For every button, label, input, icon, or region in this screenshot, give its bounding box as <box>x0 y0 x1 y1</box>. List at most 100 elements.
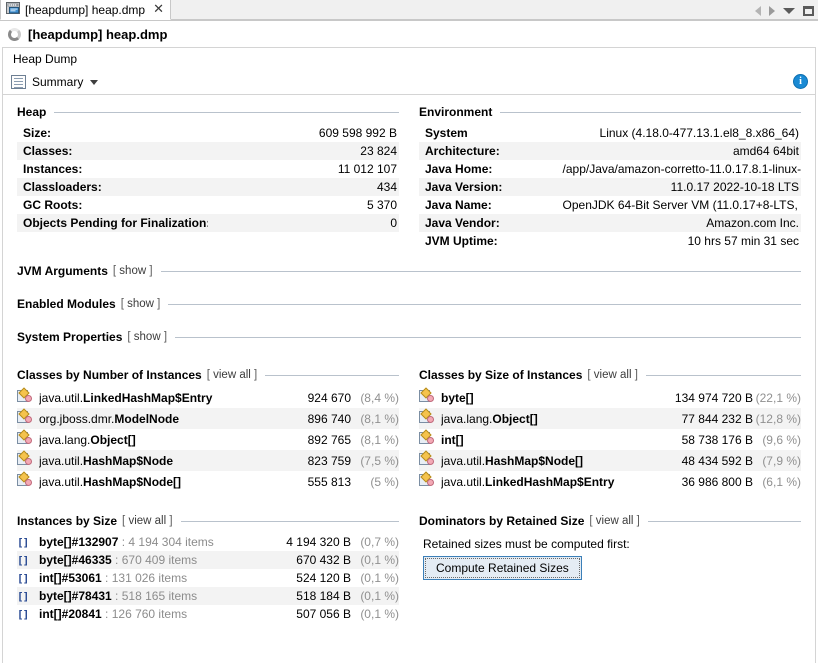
row-value: 507 056 B <box>259 605 351 623</box>
row-label: java.util.LinkedHashMap$Entry <box>441 471 643 492</box>
row-value: 134 974 720 B <box>643 387 753 408</box>
section-rule <box>500 112 801 113</box>
section-rule <box>648 521 801 522</box>
enabled-modules-section-header: Enabled Modules [ show ] <box>17 297 801 311</box>
array-icon: [] <box>17 554 33 567</box>
row-value: 48 434 592 B <box>643 450 753 471</box>
section-title: Environment <box>419 105 492 119</box>
classes-by-count-section: Classes by Number of Instances [ view al… <box>17 368 399 492</box>
close-icon[interactable]: ✕ <box>150 3 164 16</box>
row-percent: (22,1 %) <box>753 387 801 408</box>
page-title: [heapdump] heap.dmp <box>28 27 167 42</box>
heapdump-file-icon <box>6 1 20 18</box>
table-row[interactable]: java.util.LinkedHashMap$Entry 924 670 (8… <box>17 387 399 408</box>
section-title: Classes by Number of Instances <box>17 368 202 382</box>
show-link[interactable]: [ show ] <box>127 331 167 343</box>
table-row[interactable]: java.util.HashMap$Node[] 48 434 592 B (7… <box>419 450 801 471</box>
row-value: 892 765 <box>259 429 351 450</box>
table-row: Architecture: amd64 64bit <box>419 142 801 160</box>
section-rule <box>265 375 399 376</box>
table-row[interactable]: int[] 58 738 176 B (9,6 %) <box>419 429 801 450</box>
row-icon-cell: [] <box>17 587 39 605</box>
view-all-link[interactable]: [ view all ] <box>589 515 640 527</box>
table-row[interactable]: [] int[]#20841 : 126 760 items 507 056 B… <box>17 605 399 623</box>
row-key: Java Home: <box>419 160 557 178</box>
row-value: 10 hrs 57 min 31 sec <box>557 232 801 250</box>
maximize-icon[interactable] <box>803 6 814 16</box>
row-icon-cell: [] <box>17 533 39 551</box>
view-all-link[interactable]: [ view all ] <box>587 369 638 381</box>
row-key: Classes: <box>17 142 208 160</box>
row-icon-cell: [] <box>17 569 39 587</box>
heap-section: Heap Size: 609 598 992 B Classes: 23 824 <box>17 105 399 232</box>
table-row[interactable]: java.lang.Object[] 892 765 (8,1 %) <box>17 429 399 450</box>
row-value: 23 824 <box>208 142 399 160</box>
table-row: Classes: 23 824 <box>17 142 399 160</box>
compute-retained-sizes-button[interactable]: Compute Retained Sizes <box>423 556 582 580</box>
section-title: Heap <box>17 105 46 119</box>
instances-by-size-header: Instances by Size [ view all ] <box>17 514 399 528</box>
heap-table-body: Size: 609 598 992 B Classes: 23 824 Inst… <box>17 124 399 232</box>
table-row[interactable]: java.util.LinkedHashMap$Entry 36 986 800… <box>419 471 801 492</box>
table-row: Java Version: 11.0.17 2022-10-18 LTS <box>419 178 801 196</box>
previous-arrow-icon[interactable] <box>755 6 761 16</box>
chevron-down-icon[interactable] <box>90 80 98 85</box>
editor-tab-heapdump[interactable]: [heapdump] heap.dmp ✕ <box>0 0 171 20</box>
classes-by-count-table: java.util.LinkedHashMap$Entry 924 670 (8… <box>17 387 399 492</box>
table-row[interactable]: [] int[]#53061 : 131 026 items 524 120 B… <box>17 569 399 587</box>
dominators-column: Dominators by Retained Size [ view all ]… <box>409 514 815 627</box>
classes-by-size-header: Classes by Size of Instances [ view all … <box>419 368 801 382</box>
section-rule <box>161 271 801 272</box>
summary-content: Heap Size: 609 598 992 B Classes: 23 824 <box>2 95 816 663</box>
array-icon: [] <box>17 590 33 603</box>
heap-dump-panel-header: Heap Dump <box>2 47 816 70</box>
row-value: 58 738 176 B <box>643 429 753 450</box>
row-icon-cell <box>419 450 441 471</box>
row-key: Java Version: <box>419 178 557 196</box>
table-row[interactable]: [] byte[]#78431 : 518 165 items 518 184 … <box>17 587 399 605</box>
classes-by-size-table: byte[] 134 974 720 B (22,1 %) java.lang.… <box>419 387 801 492</box>
table-row: Classloaders: 434 <box>17 178 399 196</box>
row-icon-cell <box>17 408 39 429</box>
row-value: 5 370 <box>208 196 399 214</box>
row-percent: (0,1 %) <box>351 605 399 623</box>
table-row[interactable]: java.util.HashMap$Node 823 759 (7,5 %) <box>17 450 399 471</box>
view-menu-icon[interactable] <box>783 8 795 14</box>
next-arrow-icon[interactable] <box>769 6 775 16</box>
table-row[interactable]: org.jboss.dmr.ModelNode 896 740 (8,1 %) <box>17 408 399 429</box>
array-icon: [] <box>17 572 33 585</box>
section-title: Dominators by Retained Size <box>419 514 584 528</box>
row-value: 555 813 <box>259 471 351 492</box>
row-percent: (0,1 %) <box>351 569 399 587</box>
instances-by-size-section: Instances by Size [ view all ] [] byte[]… <box>17 514 399 623</box>
view-all-link[interactable]: [ view all ] <box>207 369 258 381</box>
row-label: byte[] <box>441 387 643 408</box>
editor-title-bar: [heapdump] heap.dmp <box>0 21 818 47</box>
row-key: System <box>419 124 557 142</box>
class-icon <box>419 452 435 466</box>
dominators-note: Retained sizes must be computed first: <box>419 533 801 556</box>
section-rule <box>646 375 801 376</box>
classes-by-count-column: Classes by Number of Instances [ view al… <box>3 368 409 496</box>
row-value: 4 194 320 B <box>259 533 351 551</box>
show-link[interactable]: [ show ] <box>113 265 153 277</box>
table-row[interactable]: byte[] 134 974 720 B (22,1 %) <box>419 387 801 408</box>
table-row[interactable]: java.util.HashMap$Node[] 555 813 (5 %) <box>17 471 399 492</box>
row-key: Classloaders: <box>17 178 208 196</box>
row-percent: (9,6 %) <box>753 429 801 450</box>
table-row[interactable]: java.lang.Object[] 77 844 232 B (12,8 %) <box>419 408 801 429</box>
table-row: System Linux (4.18.0-477.13.1.el8_8.x86_… <box>419 124 801 142</box>
class-icon <box>17 389 33 403</box>
table-row: JVM Uptime: 10 hrs 57 min 31 sec <box>419 232 801 250</box>
view-all-link[interactable]: [ view all ] <box>122 515 173 527</box>
show-link[interactable]: [ show ] <box>121 298 161 310</box>
section-rule <box>181 521 399 522</box>
info-icon[interactable]: i <box>793 74 808 89</box>
summary-dropdown-label[interactable]: Summary <box>32 75 83 89</box>
section-rule <box>54 112 399 113</box>
row-key: Instances: <box>17 160 208 178</box>
table-row[interactable]: [] byte[]#132907 : 4 194 304 items 4 194… <box>17 533 399 551</box>
row-label: java.util.LinkedHashMap$Entry <box>39 387 259 408</box>
table-row: Java Home: /app/Java/amazon-corretto-11.… <box>419 160 801 178</box>
table-row[interactable]: [] byte[]#46335 : 670 409 items 670 432 … <box>17 551 399 569</box>
